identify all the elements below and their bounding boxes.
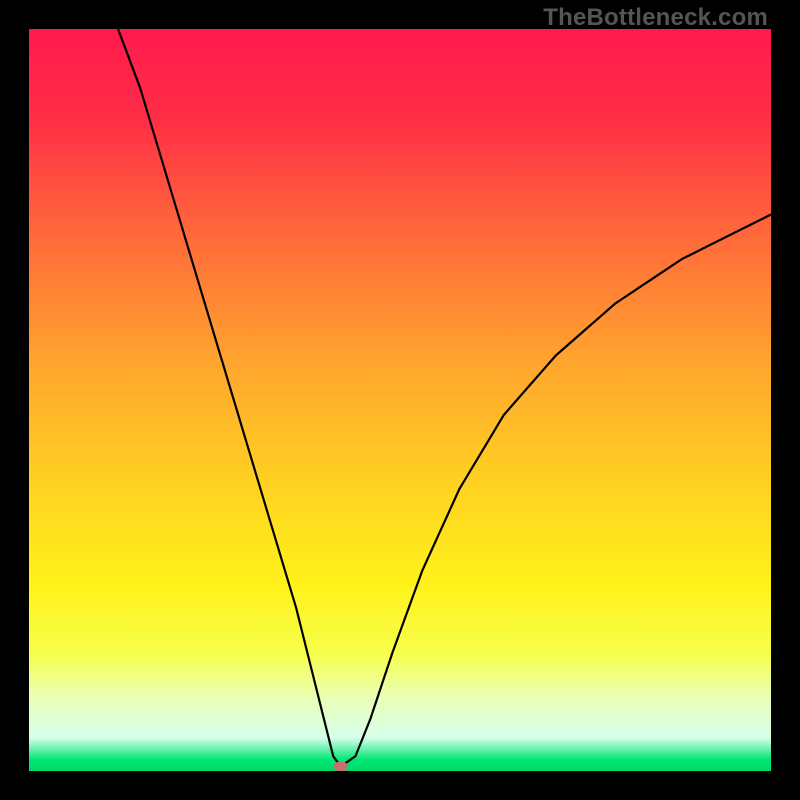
gradient-background [29,29,771,771]
chart-container: TheBottleneck.com [0,0,800,800]
chart-svg [29,29,771,771]
plot-area [29,29,771,771]
minimum-marker [334,762,348,771]
watermark-text: TheBottleneck.com [543,4,768,32]
